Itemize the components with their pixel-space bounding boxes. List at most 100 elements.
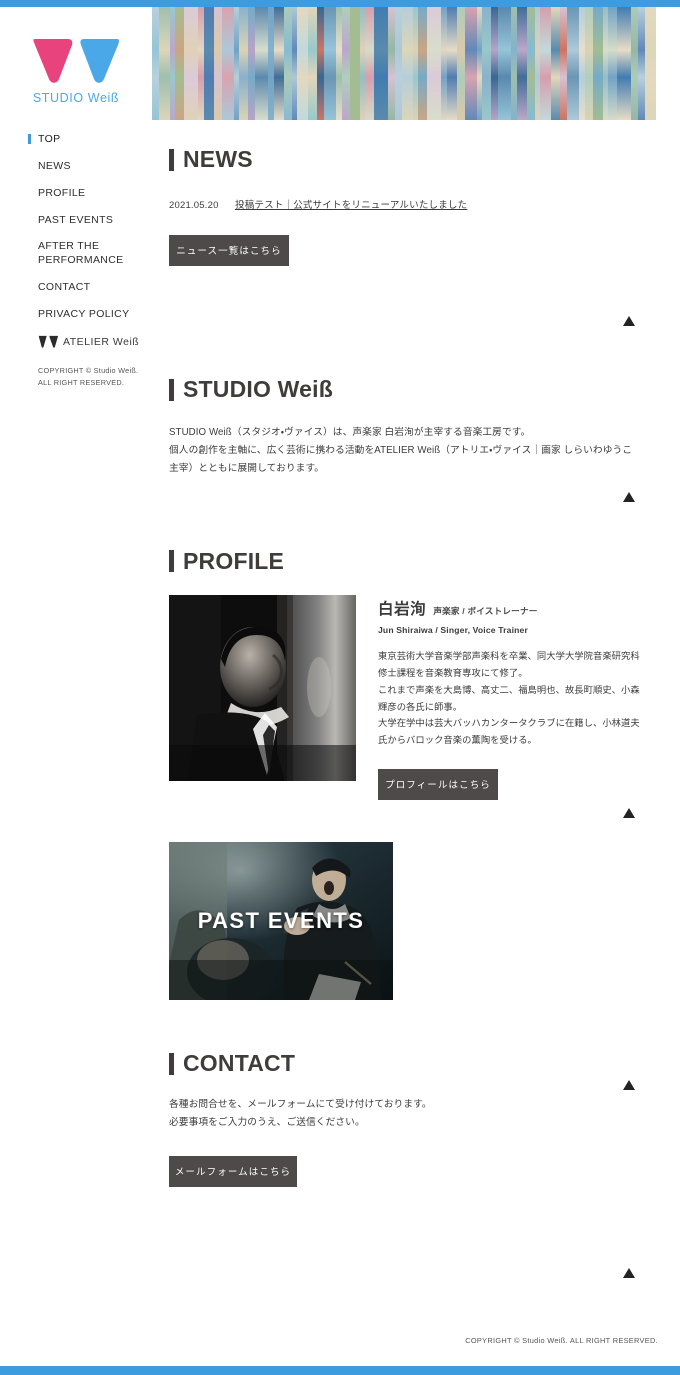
bottom-accent-bar: [0, 1366, 680, 1375]
section-past-events: PAST EVENTS: [152, 842, 680, 1001]
portrait-artwork: [169, 594, 356, 781]
hero-strip: [284, 7, 292, 120]
contact-paragraph: 各種お問合せを、メールフォームにて受け付けております。 必要事項をご入力のうえ、…: [169, 1099, 432, 1129]
section-contact: CONTACT 各種お問合せを、メールフォームにて受け付けております。 必要事項…: [152, 1052, 680, 1188]
top-accent-bar: [0, 0, 680, 7]
sidebar-copyright-line2: ALL RIGHT RESERVED.: [38, 377, 125, 387]
profile-detail-button[interactable]: プロフィールはこちら: [378, 769, 498, 801]
hero-strip: [255, 7, 268, 120]
profile-details: 白岩洵 声楽家 / ボイストレーナー Jun Shiraiwa / Singer…: [378, 595, 680, 801]
hero-strip: [465, 7, 477, 120]
scroll-to-top-triangle-icon: [623, 316, 635, 326]
profile-block: 白岩洵 声楽家 / ボイストレーナー Jun Shiraiwa / Singer…: [169, 594, 680, 801]
section-profile: PROFILE 白岩洵 声楽家 / ボイストレーナー Jun Shiraiwa …: [152, 547, 680, 801]
news-list-button[interactable]: ニュース一覧はこちら: [169, 235, 289, 266]
atelier-weiss-w-logo-icon: [38, 335, 59, 348]
main-content: NEWS 2021.05.20 投稿テスト｜公式サイトをリニューアルいたしました…: [152, 120, 680, 1278]
hero-strip: [631, 7, 638, 120]
contact-heading-text: CONTACT: [183, 1050, 296, 1077]
news-heading: NEWS: [169, 148, 680, 171]
scroll-to-top-button-3[interactable]: [623, 808, 636, 819]
hero-strip: [645, 7, 656, 120]
heading-bar: [169, 550, 174, 573]
profile-name-ja: 白岩洵: [378, 600, 427, 618]
hero-strip: [222, 7, 234, 120]
hero-strip: [593, 7, 603, 120]
hero-strip: [214, 7, 222, 120]
hero-strip: [152, 7, 159, 120]
heading-bar: [169, 378, 174, 401]
sidebar-copyright-line1: COPYRIGHT © Studio Weiß.: [38, 365, 139, 375]
hero-strip: [447, 7, 457, 120]
scroll-to-top-button-1[interactable]: [623, 316, 636, 327]
profile-name-row: 白岩洵 声楽家 / ボイストレーナー: [378, 597, 680, 619]
hero-strip: [418, 7, 427, 120]
hero-strip: [551, 7, 560, 120]
studio-weiss-w-logo-icon: [33, 39, 119, 83]
sidebar: STUDIO Weiß TOP NEWS PROFILE PAST EVENTS…: [0, 7, 152, 389]
profile-role-ja: 声楽家 / ボイストレーナー: [433, 605, 538, 616]
hero-strip: [239, 7, 248, 120]
past-events-banner-label: PAST EVENTS: [197, 908, 365, 934]
contact-heading: CONTACT: [169, 1052, 680, 1075]
section-studio: STUDIO Weiß STUDIO Weiß（スタジオ・ヴァイス）は、声楽家 …: [152, 378, 680, 478]
hero-strip: [491, 7, 498, 120]
hero-strip: [427, 7, 441, 120]
scroll-to-top-triangle-icon: [623, 492, 635, 502]
sidebar-item-news[interactable]: NEWS: [30, 160, 138, 174]
sidebar-item-profile[interactable]: PROFILE: [30, 187, 138, 201]
news-heading-text: NEWS: [183, 146, 253, 172]
news-entry-row: 2021.05.20 投稿テスト｜公式サイトをリニューアルいたしました: [169, 197, 680, 211]
hero-strip: [540, 7, 551, 120]
studio-heading-text: STUDIO Weiß: [183, 376, 334, 402]
hero-strip: [204, 7, 214, 120]
mail-form-button[interactable]: メールフォームはこちら: [169, 1156, 297, 1188]
hero-strip: [317, 7, 324, 120]
hero-strip: [308, 7, 317, 120]
profile-bio: 東京芸術大学音楽学部声楽科を卒業、同大学大学院音楽研究科修士課程を音楽教育専攻に…: [378, 650, 640, 746]
hero-strip: [457, 7, 465, 120]
hero-strip: [350, 7, 360, 120]
hero-strip: [388, 7, 395, 120]
hero-strip: [567, 7, 579, 120]
hero-strip: [365, 7, 374, 120]
hero-strip: [402, 7, 413, 120]
studio-heading: STUDIO Weiß: [169, 378, 680, 401]
sidebar-item-past-events[interactable]: PAST EVENTS: [30, 214, 138, 228]
hero-strip: [297, 7, 308, 120]
news-entry-link[interactable]: 投稿テスト｜公式サイトをリニューアルいたしました: [235, 197, 467, 211]
hero-strip: [585, 7, 593, 120]
footer: COPYRIGHT © Studio Weiß. ALL RIGHT RESER…: [0, 1330, 680, 1366]
page-root: STUDIO Weiß TOP NEWS PROFILE PAST EVENTS…: [0, 0, 680, 1375]
hero-strip: [248, 7, 255, 120]
hero-strip: [527, 7, 535, 120]
hero-strip: [324, 7, 336, 120]
sidebar-item-after-the-performance[interactable]: AFTER THE PERFORMANCE: [30, 240, 138, 268]
site-logo-text: STUDIO Weiß: [32, 91, 120, 105]
hero-strip: [274, 7, 284, 120]
profile-name-en: Jun Shiraiwa / Singer, Voice Trainer: [378, 624, 528, 635]
sidebar-item-top[interactable]: TOP: [28, 133, 138, 147]
hero-strip: [175, 7, 184, 120]
scroll-to-top-button-2[interactable]: [623, 492, 636, 503]
site-logo[interactable]: STUDIO Weiß: [0, 27, 152, 105]
atelier-weiss-link[interactable]: ATELIER Weiß: [0, 335, 152, 349]
hero-strip: [608, 7, 617, 120]
hero-strip: [638, 7, 645, 120]
profile-heading-text: PROFILE: [183, 547, 285, 574]
hero-strip: [374, 7, 388, 120]
hero-strip: [498, 7, 511, 120]
heading-bar: [169, 148, 174, 171]
profile-portrait-image: [169, 594, 356, 781]
sidebar-item-contact[interactable]: CONTACT: [30, 281, 138, 295]
section-news: NEWS 2021.05.20 投稿テスト｜公式サイトをリニューアルいたしました…: [152, 120, 680, 266]
hero-strip: [482, 7, 491, 120]
scroll-to-top-button-5[interactable]: [623, 1268, 636, 1279]
sidebar-item-privacy-policy[interactable]: PRIVACY POLICY: [30, 308, 138, 322]
footer-copyright: COPYRIGHT © Studio Weiß. ALL RIGHT RESER…: [465, 1336, 658, 1345]
past-events-banner[interactable]: PAST EVENTS: [169, 842, 393, 1001]
hero-strip: [560, 7, 567, 120]
scroll-to-top-triangle-icon: [623, 1268, 635, 1278]
hero-strip: [342, 7, 350, 120]
scroll-to-top-triangle-icon: [623, 808, 635, 818]
